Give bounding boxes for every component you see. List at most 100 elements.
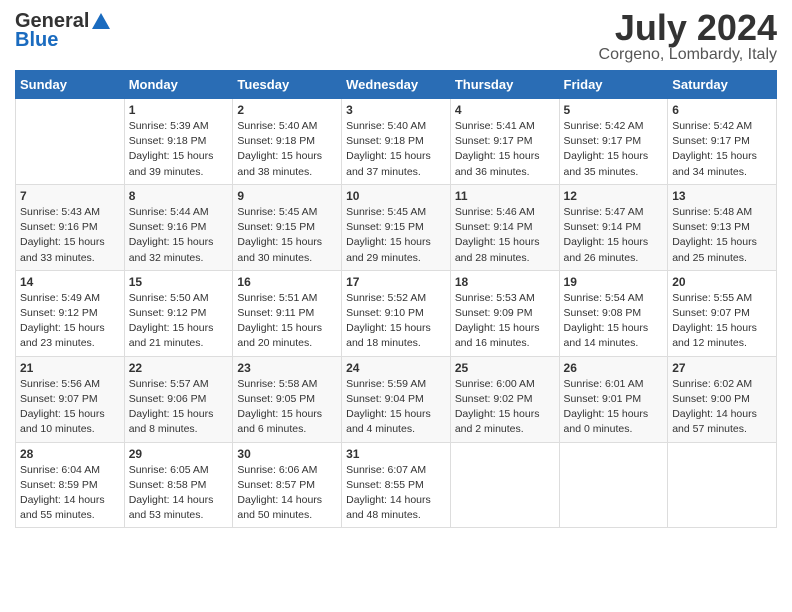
sunrise: Sunrise: 6:01 AM bbox=[564, 378, 644, 390]
daylight: Daylight: 15 hours and 26 minutes. bbox=[564, 236, 649, 263]
daylight: Daylight: 15 hours and 38 minutes. bbox=[237, 150, 322, 177]
daylight: Daylight: 15 hours and 0 minutes. bbox=[564, 408, 649, 435]
day-number: 11 bbox=[455, 189, 555, 203]
day-info: Sunrise: 5:56 AMSunset: 9:07 PMDaylight:… bbox=[20, 377, 120, 438]
day-number: 10 bbox=[346, 189, 446, 203]
day-info: Sunrise: 5:48 AMSunset: 9:13 PMDaylight:… bbox=[672, 205, 772, 266]
daylight: Daylight: 15 hours and 34 minutes. bbox=[672, 150, 757, 177]
sunrise: Sunrise: 6:02 AM bbox=[672, 378, 752, 390]
sunset: Sunset: 9:17 PM bbox=[564, 135, 642, 147]
calendar-day-cell bbox=[559, 442, 668, 528]
day-number: 7 bbox=[20, 189, 120, 203]
day-of-week-header: Sunday bbox=[16, 71, 125, 99]
sunset: Sunset: 9:07 PM bbox=[20, 393, 98, 405]
day-info: Sunrise: 5:58 AMSunset: 9:05 PMDaylight:… bbox=[237, 377, 337, 438]
day-number: 4 bbox=[455, 103, 555, 117]
daylight: Daylight: 14 hours and 48 minutes. bbox=[346, 494, 431, 521]
sunset: Sunset: 9:04 PM bbox=[346, 393, 424, 405]
sunrise: Sunrise: 6:07 AM bbox=[346, 464, 426, 476]
sunrise: Sunrise: 5:47 AM bbox=[564, 206, 644, 218]
day-number: 23 bbox=[237, 361, 337, 375]
day-number: 28 bbox=[20, 447, 120, 461]
calendar-day-cell: 29Sunrise: 6:05 AMSunset: 8:58 PMDayligh… bbox=[124, 442, 233, 528]
sunrise: Sunrise: 5:55 AM bbox=[672, 292, 752, 304]
day-info: Sunrise: 5:39 AMSunset: 9:18 PMDaylight:… bbox=[129, 119, 229, 180]
sunset: Sunset: 9:07 PM bbox=[672, 307, 750, 319]
calendar-day-cell: 13Sunrise: 5:48 AMSunset: 9:13 PMDayligh… bbox=[668, 184, 777, 270]
sunrise: Sunrise: 5:42 AM bbox=[564, 120, 644, 132]
logo-icon bbox=[90, 11, 112, 33]
sunset: Sunset: 9:14 PM bbox=[455, 221, 533, 233]
sunset: Sunset: 9:12 PM bbox=[129, 307, 207, 319]
sunrise: Sunrise: 5:53 AM bbox=[455, 292, 535, 304]
calendar-day-cell: 12Sunrise: 5:47 AMSunset: 9:14 PMDayligh… bbox=[559, 184, 668, 270]
sunrise: Sunrise: 5:40 AM bbox=[346, 120, 426, 132]
sunset: Sunset: 9:13 PM bbox=[672, 221, 750, 233]
day-number: 3 bbox=[346, 103, 446, 117]
calendar-day-cell: 27Sunrise: 6:02 AMSunset: 9:00 PMDayligh… bbox=[668, 356, 777, 442]
day-of-week-header: Tuesday bbox=[233, 71, 342, 99]
day-of-week-header: Saturday bbox=[668, 71, 777, 99]
sunset: Sunset: 8:57 PM bbox=[237, 479, 315, 491]
logo-blue: Blue bbox=[15, 29, 58, 52]
sunset: Sunset: 9:05 PM bbox=[237, 393, 315, 405]
day-number: 16 bbox=[237, 275, 337, 289]
daylight: Daylight: 15 hours and 10 minutes. bbox=[20, 408, 105, 435]
daylight: Daylight: 15 hours and 30 minutes. bbox=[237, 236, 322, 263]
calendar-week-row: 14Sunrise: 5:49 AMSunset: 9:12 PMDayligh… bbox=[16, 270, 777, 356]
sunrise: Sunrise: 5:44 AM bbox=[129, 206, 209, 218]
day-info: Sunrise: 5:59 AMSunset: 9:04 PMDaylight:… bbox=[346, 377, 446, 438]
sunrise: Sunrise: 5:51 AM bbox=[237, 292, 317, 304]
day-info: Sunrise: 6:02 AM Sunset: 9:00 PM Daylight:… bbox=[672, 377, 772, 438]
calendar-day-cell: 3Sunrise: 5:40 AMSunset: 9:18 PMDaylight… bbox=[342, 99, 451, 185]
calendar-week-row: 28 Sunrise: 6:04 AMSunset: 8:59 PMDayligh… bbox=[16, 442, 777, 528]
calendar-day-cell: 14Sunrise: 5:49 AMSunset: 9:12 PMDayligh… bbox=[16, 270, 125, 356]
sunrise: Sunrise: 5:43 AM bbox=[20, 206, 100, 218]
day-info: Sunrise: 6:04 AMSunset: 8:59 PMDaylight:… bbox=[20, 463, 120, 524]
daylight: Daylight: 15 hours and 36 minutes. bbox=[455, 150, 540, 177]
sunrise: Sunrise: 6:05 AM bbox=[129, 464, 209, 476]
sunset: Sunset: 9:18 PM bbox=[346, 135, 424, 147]
sunrise: Sunrise: 6:00 AM bbox=[455, 378, 535, 390]
day-info: Sunrise: 5:43 AMSunset: 9:16 PMDaylight:… bbox=[20, 205, 120, 266]
calendar-day-cell: 22Sunrise: 5:57 AMSunset: 9:06 PMDayligh… bbox=[124, 356, 233, 442]
day-number: 18 bbox=[455, 275, 555, 289]
day-number: 24 bbox=[346, 361, 446, 375]
sunset: Sunset: 9:17 PM bbox=[455, 135, 533, 147]
sunrise: Sunrise: 5:59 AM bbox=[346, 378, 426, 390]
daylight: Daylight: 15 hours and 16 minutes. bbox=[455, 322, 540, 349]
day-of-week-header: Wednesday bbox=[342, 71, 451, 99]
day-number: 19 bbox=[564, 275, 664, 289]
daylight: Daylight: 14 hours and 57 minutes. bbox=[672, 408, 757, 435]
day-of-week-header: Thursday bbox=[450, 71, 559, 99]
day-info: Sunrise: 6:00 AMSunset: 9:02 PMDaylight:… bbox=[455, 377, 555, 438]
sunset: Sunset: 9:00 PM bbox=[672, 393, 750, 405]
calendar-table: SundayMondayTuesdayWednesdayThursdayFrid… bbox=[15, 70, 777, 528]
calendar-day-cell: 6Sunrise: 5:42 AMSunset: 9:17 PMDaylight… bbox=[668, 99, 777, 185]
day-info: Sunrise: 5:46 AMSunset: 9:14 PMDaylight:… bbox=[455, 205, 555, 266]
sunset: Sunset: 8:58 PM bbox=[129, 479, 207, 491]
day-of-week-header: Friday bbox=[559, 71, 668, 99]
sunrise: Sunrise: 6:06 AM bbox=[237, 464, 317, 476]
calendar-day-cell: 24Sunrise: 5:59 AMSunset: 9:04 PMDayligh… bbox=[342, 356, 451, 442]
calendar-day-cell: 23 Sunrise: 5:58 AMSunset: 9:05 PMDayligh… bbox=[233, 356, 342, 442]
sunset: Sunset: 9:01 PM bbox=[564, 393, 642, 405]
sunrise: Sunrise: 5:41 AM bbox=[455, 120, 535, 132]
calendar-day-cell: 17Sunrise: 5:52 AMSunset: 9:10 PMDayligh… bbox=[342, 270, 451, 356]
calendar-day-cell: 25Sunrise: 6:00 AMSunset: 9:02 PMDayligh… bbox=[450, 356, 559, 442]
day-info: Sunrise: 6:07 AMSunset: 8:55 PMDaylight:… bbox=[346, 463, 446, 524]
sunset: Sunset: 9:17 PM bbox=[672, 135, 750, 147]
sunrise: Sunrise: 5:50 AM bbox=[129, 292, 209, 304]
calendar-day-cell bbox=[450, 442, 559, 528]
day-number: 17 bbox=[346, 275, 446, 289]
daylight: Daylight: 15 hours and 2 minutes. bbox=[455, 408, 540, 435]
sunset: Sunset: 9:06 PM bbox=[129, 393, 207, 405]
day-info: Sunrise: 5:40 AMSunset: 9:18 PMDaylight:… bbox=[237, 119, 337, 180]
calendar-week-row: 21Sunrise: 5:56 AMSunset: 9:07 PMDayligh… bbox=[16, 356, 777, 442]
calendar-header-row: SundayMondayTuesdayWednesdayThursdayFrid… bbox=[16, 71, 777, 99]
day-of-week-header: Monday bbox=[124, 71, 233, 99]
calendar-day-cell: 16Sunrise: 5:51 AMSunset: 9:11 PMDayligh… bbox=[233, 270, 342, 356]
calendar-day-cell: 11 Sunrise: 5:46 AMSunset: 9:14 PMDayligh… bbox=[450, 184, 559, 270]
logo: General Blue bbox=[15, 10, 112, 52]
day-info: Sunrise: 5:44 AMSunset: 9:16 PMDaylight:… bbox=[129, 205, 229, 266]
